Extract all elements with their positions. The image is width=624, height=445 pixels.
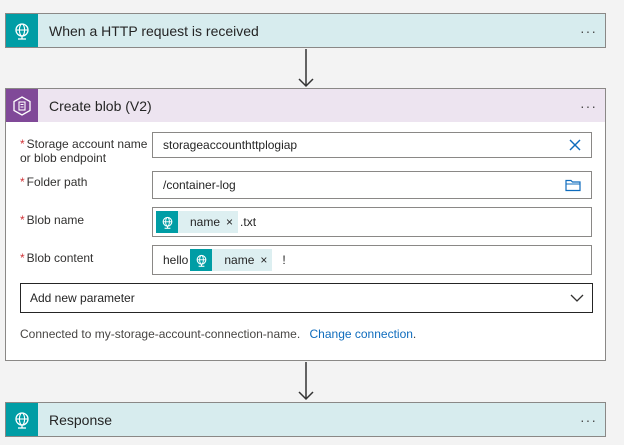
more-options-icon[interactable]: ··· xyxy=(580,412,597,428)
http-globe-icon xyxy=(6,14,38,47)
response-title: Response xyxy=(49,411,113,428)
chevron-down-icon xyxy=(570,294,584,302)
folder-path-field[interactable]: /container-log xyxy=(152,171,592,199)
token-label: name xyxy=(190,215,221,229)
trigger-card[interactable]: When a HTTP request is received ··· xyxy=(5,13,606,48)
response-header[interactable]: Response ··· xyxy=(6,403,605,436)
blob-storage-icon xyxy=(6,89,38,122)
remove-token-icon[interactable]: × xyxy=(258,253,272,267)
more-options-icon[interactable]: ··· xyxy=(580,23,597,39)
arrow-down-icon xyxy=(298,49,314,88)
http-globe-icon xyxy=(190,249,213,271)
create-blob-card: Create blob (V2) ··· * Storage account na… xyxy=(5,88,606,361)
token-label: name xyxy=(224,253,255,267)
folder-icon[interactable] xyxy=(565,179,581,192)
blob-name-label: * Blob name xyxy=(20,213,85,227)
storage-account-label: * Storage account name or blob endpoint xyxy=(20,137,148,165)
remove-token-icon[interactable]: × xyxy=(224,215,238,229)
change-connection-link[interactable]: Change connection xyxy=(310,327,413,341)
blob-name-suffix: .txt xyxy=(240,215,257,229)
blob-name-field[interactable]: name × .txt xyxy=(152,207,592,237)
blob-content-prefix: hello xyxy=(163,253,189,267)
http-globe-icon xyxy=(6,403,38,436)
storage-account-field[interactable]: storageaccounthttplogiap xyxy=(152,132,592,158)
trigger-header[interactable]: When a HTTP request is received ··· xyxy=(6,14,605,47)
add-new-parameter-dropdown[interactable]: Add new parameter xyxy=(20,283,593,313)
folder-path-label: * Folder path xyxy=(20,175,88,189)
create-blob-header[interactable]: Create blob (V2) ··· xyxy=(6,89,605,123)
name-token[interactable]: name × xyxy=(190,249,273,271)
create-blob-title: Create blob (V2) xyxy=(49,97,152,114)
trigger-title: When a HTTP request is received xyxy=(49,22,259,39)
blob-content-field[interactable]: hello name × ! xyxy=(152,245,592,275)
clear-icon[interactable] xyxy=(569,139,581,151)
name-token[interactable]: name × xyxy=(156,211,239,233)
connection-info: Connected to my-storage-account-connecti… xyxy=(20,327,417,341)
more-options-icon[interactable]: ··· xyxy=(580,98,597,114)
arrow-down-icon xyxy=(298,362,314,401)
blob-content-label: * Blob content xyxy=(20,251,94,265)
http-globe-icon xyxy=(156,211,178,233)
response-card[interactable]: Response ··· xyxy=(5,402,606,437)
blob-content-suffix: ! xyxy=(282,253,286,267)
